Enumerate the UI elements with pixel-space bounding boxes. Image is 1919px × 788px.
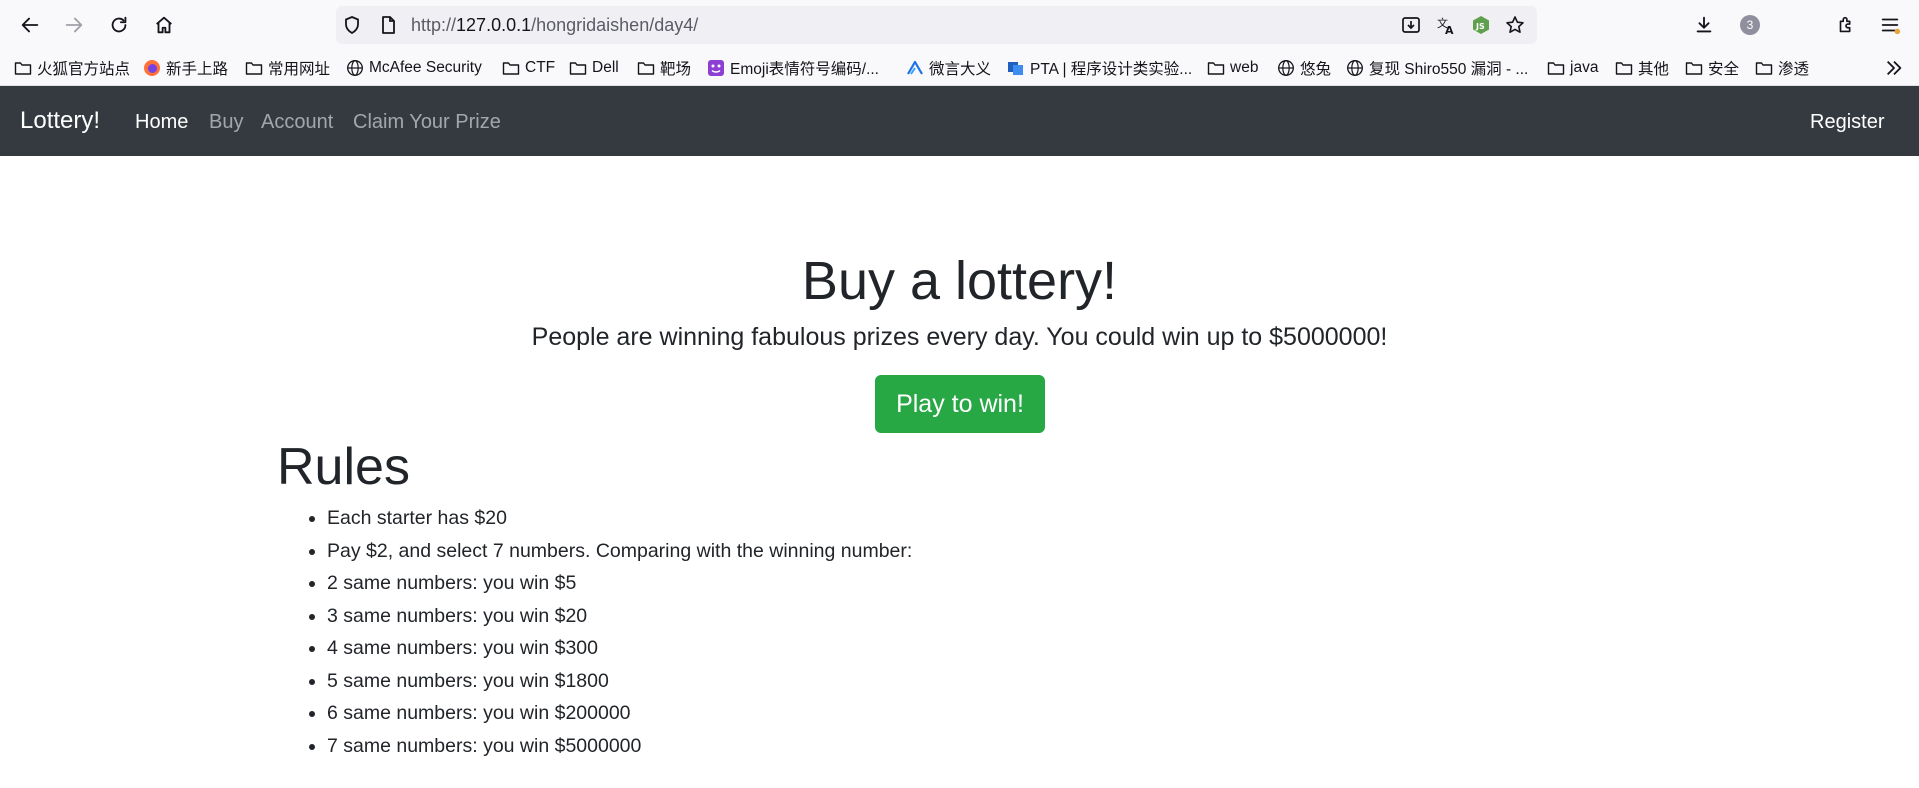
- bookmark-item[interactable]: 安全: [1685, 58, 1739, 78]
- list-item: Pay $2, and select 7 numbers. Comparing …: [327, 535, 912, 568]
- bookmark-label: 靶场: [660, 61, 692, 78]
- star-icon[interactable]: [1505, 15, 1525, 35]
- rules-heading: Rules: [277, 438, 410, 496]
- bookmark-label: PTA | 程序设计类实验...: [1030, 61, 1193, 78]
- browser-toolbar: http://127.0.0.1/hongridaishen/day4/ 文A …: [0, 0, 1919, 51]
- home-icon[interactable]: [152, 13, 176, 37]
- forward-arrow-icon[interactable]: [62, 13, 86, 37]
- nav-register-link[interactable]: Register: [1810, 111, 1884, 133]
- nav-account-link[interactable]: Account: [261, 111, 333, 133]
- folder-icon: [245, 59, 263, 77]
- play-to-win-button[interactable]: Play to win!: [875, 375, 1045, 433]
- globe-icon: [1346, 59, 1364, 77]
- bookmark-label: java: [1570, 59, 1599, 76]
- svg-text:JS: JS: [1475, 22, 1485, 31]
- url-path: /hongridaishen/day4/: [531, 15, 699, 35]
- bookmark-item[interactable]: Dell: [569, 58, 619, 78]
- folder-icon: [502, 59, 520, 77]
- globe-icon: [1277, 59, 1295, 77]
- url-host: 127.0.0.1: [456, 15, 532, 35]
- bookmark-item[interactable]: 其他: [1615, 58, 1669, 78]
- bookmarks-toolbar: 火狐官方站点 新手上路 常用网址 McAfee Security CTF Del…: [0, 51, 1919, 86]
- folder-icon: [14, 59, 32, 77]
- rules-list: Each starter has $20 Pay $2, and select …: [277, 502, 912, 762]
- pta-icon: [1007, 59, 1025, 77]
- folder-icon: [637, 59, 655, 77]
- bookmark-label: 复现 Shiro550 漏洞 - ...: [1369, 61, 1529, 78]
- bookmark-item[interactable]: PTA | 程序设计类实验...: [1007, 58, 1192, 78]
- page-title: Buy a lottery!: [801, 251, 1118, 311]
- app-menu-icon[interactable]: [1878, 13, 1902, 37]
- bookmark-item[interactable]: 常用网址: [245, 58, 330, 78]
- bookmark-item[interactable]: Emoji表情符号编码/...: [707, 58, 879, 78]
- nav-buy-link[interactable]: Buy: [209, 111, 243, 133]
- extensions-icon[interactable]: [1834, 13, 1858, 37]
- chevron-double-right-icon[interactable]: [1882, 57, 1906, 79]
- folder-icon: [1207, 59, 1225, 77]
- list-item: 2 same numbers: you win $5: [327, 567, 912, 600]
- reload-icon[interactable]: [107, 13, 131, 37]
- bookmark-item[interactable]: web: [1207, 58, 1258, 78]
- bookmark-label: McAfee Security: [369, 59, 482, 76]
- hero-lead-text: People are winning fabulous prizes every…: [531, 323, 1388, 351]
- bookmark-label: CTF: [525, 59, 556, 76]
- svg-text:A: A: [1445, 24, 1454, 35]
- bookmark-label: 新手上路: [166, 61, 229, 78]
- list-item: 5 same numbers: you win $1800: [327, 665, 912, 698]
- bookmark-item[interactable]: CTF: [502, 58, 555, 78]
- site-logo-icon: [906, 59, 924, 77]
- translate-icon[interactable]: 文A: [1436, 15, 1456, 35]
- firefox-icon: [143, 59, 161, 77]
- install-app-icon[interactable]: [1401, 15, 1421, 35]
- shield-icon[interactable]: [342, 15, 362, 35]
- back-arrow-icon[interactable]: [18, 13, 42, 37]
- bookmark-label: 微言大义: [929, 61, 992, 78]
- bookmark-item[interactable]: 悠兔: [1277, 58, 1331, 78]
- bookmark-item[interactable]: McAfee Security: [346, 58, 482, 78]
- page-icon[interactable]: [378, 15, 398, 35]
- list-item: 4 same numbers: you win $300: [327, 632, 912, 665]
- list-item: Each starter has $20: [327, 502, 912, 535]
- list-item: 7 same numbers: you win $5000000: [327, 730, 912, 763]
- downloads-count-badge[interactable]: 3: [1740, 15, 1760, 35]
- nodejs-extension-icon[interactable]: JS: [1471, 15, 1491, 35]
- folder-icon: [569, 59, 587, 77]
- folder-icon: [1615, 59, 1633, 77]
- bookmark-label: 常用网址: [268, 61, 331, 78]
- address-bar[interactable]: http://127.0.0.1/hongridaishen/day4/ 文A …: [336, 6, 1537, 44]
- folder-icon: [1755, 59, 1773, 77]
- bookmark-label: 火狐官方站点: [37, 61, 131, 78]
- list-item: 6 same numbers: you win $200000: [327, 697, 912, 730]
- nav-home-link[interactable]: Home: [135, 111, 188, 133]
- site-navbar: Lottery! Home Buy Account Claim Your Pri…: [0, 86, 1919, 156]
- nav-claim-prize-link[interactable]: Claim Your Prize: [353, 111, 501, 133]
- bookmark-item[interactable]: 新手上路: [143, 58, 228, 78]
- bookmark-item[interactable]: 渗透: [1755, 58, 1809, 78]
- bookmark-label: 渗透: [1778, 61, 1810, 78]
- downloads-icon[interactable]: [1692, 13, 1716, 37]
- bookmark-label: Dell: [592, 59, 619, 76]
- bookmark-item[interactable]: 微言大义: [906, 58, 991, 78]
- bookmark-label: 其他: [1638, 61, 1670, 78]
- bookmark-label: 安全: [1708, 61, 1740, 78]
- emoji-site-icon: [707, 59, 725, 77]
- bookmark-item[interactable]: 复现 Shiro550 漏洞 - ...: [1346, 58, 1528, 78]
- bookmark-item[interactable]: java: [1547, 58, 1598, 78]
- url-prefix: http://: [411, 15, 457, 35]
- folder-icon: [1547, 59, 1565, 77]
- folder-icon: [1685, 59, 1703, 77]
- brand-link[interactable]: Lottery!: [20, 108, 100, 134]
- list-item: 3 same numbers: you win $20: [327, 600, 912, 633]
- bookmark-item[interactable]: 靶场: [637, 58, 691, 78]
- bookmark-label: web: [1230, 59, 1259, 76]
- bookmark-label: 悠兔: [1300, 61, 1332, 78]
- bookmark-label: Emoji表情符号编码/...: [730, 61, 879, 78]
- url-text[interactable]: http://127.0.0.1/hongridaishen/day4/: [411, 15, 698, 35]
- bookmark-item[interactable]: 火狐官方站点: [14, 58, 130, 78]
- globe-icon: [346, 59, 364, 77]
